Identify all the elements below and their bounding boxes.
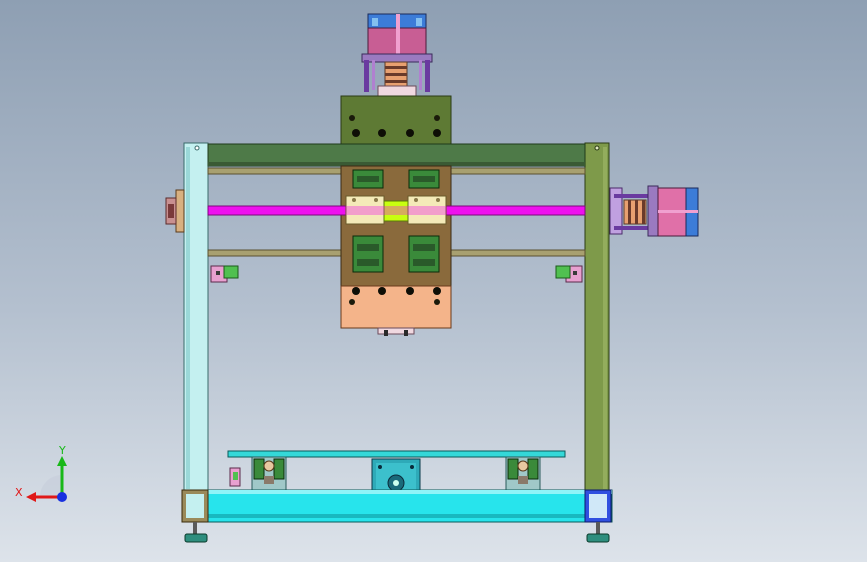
bearing-block [408,235,440,273]
z-carriage-bottom-plate [340,285,452,329]
base-corner-right-inner [589,494,607,518]
frame-base-beam [181,489,613,523]
x-stepper-motor [609,185,699,237]
tool-holder-clip [377,327,415,336]
z-carriage-top-plate [340,95,452,145]
x-axis-arrowhead [26,492,36,502]
y-axis-label: Y [58,444,66,457]
bearing-block [352,235,384,273]
y-axis-arrowhead [57,456,67,466]
bed-support-right [505,456,541,492]
z-shaft-coupler [377,61,417,97]
limit-switch-left [210,265,239,283]
bed-limit-switch [229,467,241,487]
cad-viewport[interactable]: Y X [0,0,867,562]
base-corner-left-inner [186,494,204,518]
machine-front-view: Y X [15,13,699,543]
frame-left-upright [183,142,209,494]
frame-right-upright [584,142,610,494]
bed-support-left [251,456,287,492]
z-stepper-motor [361,13,433,63]
leveling-foot-right [586,522,610,543]
leveling-foot-left [184,522,208,543]
z-axis-dot [57,492,67,502]
bearing-block [352,169,384,189]
frame-top-beam [207,143,586,167]
limit-switch-right [555,265,583,283]
axis-triad: Y X [15,444,67,502]
bearing-block [408,169,440,189]
print-bed-plate [227,450,566,458]
left-end-bearing [165,189,185,233]
x-axis-label: X [15,486,23,499]
